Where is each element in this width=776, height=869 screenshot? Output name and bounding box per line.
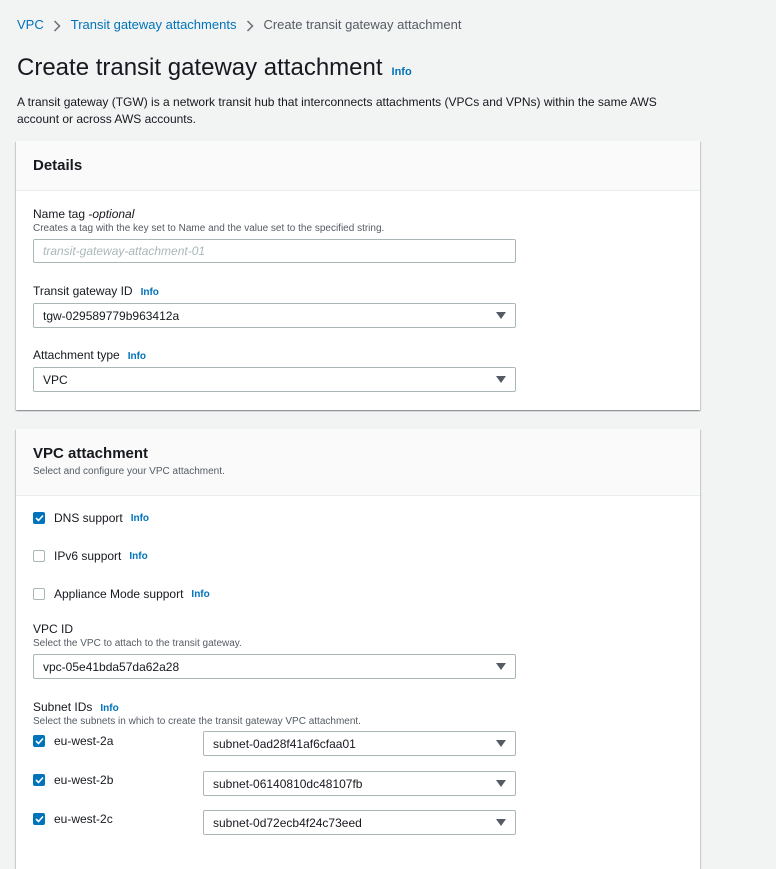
subnet-select-eu-west-2a[interactable]: subnet-0ad28f41af6cfaa01 bbox=[203, 731, 516, 756]
details-panel: Details Name tag - optional Creates a ta… bbox=[16, 141, 700, 410]
caret-down-icon bbox=[496, 740, 506, 747]
subnet-value: subnet-06140810dc48107fb bbox=[213, 776, 363, 791]
subnet-select-eu-west-2b[interactable]: subnet-06140810dc48107fb bbox=[203, 771, 516, 796]
checkmark-icon bbox=[34, 514, 44, 522]
appliance-mode-label: Appliance Mode support bbox=[54, 587, 184, 601]
attachment-type-label-text: Attachment type bbox=[33, 348, 120, 362]
vpc-attachment-panel-header: VPC attachment Select and configure your… bbox=[16, 429, 700, 496]
breadcrumb-transit-gateway-attachments[interactable]: Transit gateway attachments bbox=[71, 17, 237, 33]
name-tag-label: Name tag - optional bbox=[33, 207, 384, 221]
ipv6-support-info-link[interactable]: Info bbox=[129, 551, 147, 562]
subnet-ids-label-group: Subnet IDs Info Select the subnets in wh… bbox=[33, 700, 361, 727]
details-title: Details bbox=[33, 157, 83, 174]
chevron-right-icon bbox=[44, 17, 71, 33]
name-tag-input[interactable] bbox=[33, 239, 516, 263]
caret-down-icon bbox=[496, 663, 506, 670]
checkmark-icon bbox=[34, 776, 44, 784]
subnet-value: subnet-0ad28f41af6cfaa01 bbox=[213, 736, 356, 751]
dns-support-checkbox[interactable] bbox=[33, 512, 45, 524]
details-panel-header: Details bbox=[16, 141, 700, 191]
subnet-az-checkbox-eu-west-2c[interactable] bbox=[33, 813, 45, 825]
ipv6-support-option: IPv6 support Info bbox=[33, 549, 148, 563]
subnet-az-checkbox-eu-west-2b[interactable] bbox=[33, 774, 45, 786]
caret-down-icon bbox=[496, 376, 506, 383]
attachment-type-value: VPC bbox=[43, 372, 68, 387]
subnet-ids-description: Select the subnets in which to create th… bbox=[33, 716, 361, 727]
tgw-id-info-link[interactable]: Info bbox=[141, 287, 159, 298]
appliance-mode-checkbox[interactable] bbox=[33, 588, 45, 600]
subnet-az-label: eu-west-2c bbox=[54, 812, 113, 826]
subnet-az-label: eu-west-2a bbox=[54, 734, 114, 748]
chevron-right-icon bbox=[236, 17, 263, 33]
tgw-id-label: Transit gateway ID Info bbox=[33, 284, 159, 298]
caret-down-icon bbox=[496, 780, 506, 787]
attachment-type-info-link[interactable]: Info bbox=[128, 351, 146, 362]
vpc-id-select[interactable]: vpc-05e41bda57da62a28 bbox=[33, 654, 516, 679]
tgw-id-select[interactable]: tgw-029589779b963412a bbox=[33, 303, 516, 328]
subnet-value: subnet-0d72ecb4f24c73eed bbox=[213, 815, 362, 830]
page-title-text: Create transit gateway attachment bbox=[17, 54, 383, 81]
subnet-az-checkbox-eu-west-2a[interactable] bbox=[33, 735, 45, 747]
vpc-id-description: Select the VPC to attach to the transit … bbox=[33, 638, 242, 649]
subnet-az-label: eu-west-2b bbox=[54, 773, 114, 787]
page-info-link[interactable]: Info bbox=[392, 56, 412, 88]
dns-support-option: DNS support Info bbox=[33, 511, 149, 525]
checkmark-icon bbox=[34, 737, 44, 745]
vpc-id-label-group: VPC ID Select the VPC to attach to the t… bbox=[33, 622, 242, 649]
subnet-az-row: eu-west-2a bbox=[33, 734, 113, 748]
subnet-az-row: eu-west-2b bbox=[33, 773, 113, 787]
attachment-type-label: Attachment type Info bbox=[33, 348, 146, 362]
name-tag-optional: optional bbox=[92, 207, 135, 221]
page-description: A transit gateway (TGW) is a network tra… bbox=[17, 95, 657, 126]
dns-support-info-link[interactable]: Info bbox=[131, 513, 149, 524]
breadcrumb: VPC Transit gateway attachments Create t… bbox=[17, 17, 461, 33]
dns-support-label: DNS support bbox=[54, 511, 123, 525]
page-title: Create transit gateway attachment Info bbox=[17, 52, 412, 88]
breadcrumb-current: Create transit gateway attachment bbox=[263, 17, 462, 32]
subnet-select-eu-west-2c[interactable]: subnet-0d72ecb4f24c73eed bbox=[203, 810, 516, 835]
name-tag-description: Creates a tag with the key set to Name a… bbox=[33, 223, 385, 234]
tgw-id-label-text: Transit gateway ID bbox=[33, 284, 133, 298]
name-tag-label-group: Name tag - optional Creates a tag with t… bbox=[33, 207, 384, 234]
vpc-id-value: vpc-05e41bda57da62a28 bbox=[43, 659, 180, 674]
vpc-attachment-title: VPC attachment bbox=[33, 445, 149, 462]
ipv6-support-label: IPv6 support bbox=[54, 549, 122, 563]
checkmark-icon bbox=[34, 815, 44, 823]
vpc-attachment-panel: VPC attachment Select and configure your… bbox=[16, 429, 700, 869]
vpc-id-label: VPC ID bbox=[33, 622, 74, 636]
ipv6-support-checkbox[interactable] bbox=[33, 550, 45, 562]
caret-down-icon bbox=[496, 312, 506, 319]
subnet-az-row: eu-west-2c bbox=[33, 812, 113, 826]
breadcrumb-vpc[interactable]: VPC bbox=[17, 17, 44, 33]
subnet-ids-info-link[interactable]: Info bbox=[100, 703, 118, 714]
caret-down-icon bbox=[496, 819, 506, 826]
subnet-ids-label: Subnet IDs Info bbox=[33, 700, 361, 714]
appliance-mode-option: Appliance Mode support Info bbox=[33, 587, 210, 601]
name-tag-label-text: Name tag - bbox=[33, 207, 93, 221]
tgw-id-value: tgw-029589779b963412a bbox=[43, 308, 180, 323]
appliance-mode-info-link[interactable]: Info bbox=[191, 589, 209, 600]
attachment-type-select[interactable]: VPC bbox=[33, 367, 516, 392]
subnet-ids-label-text: Subnet IDs bbox=[33, 700, 93, 714]
vpc-attachment-subtitle: Select and configure your VPC attachment… bbox=[33, 466, 225, 477]
